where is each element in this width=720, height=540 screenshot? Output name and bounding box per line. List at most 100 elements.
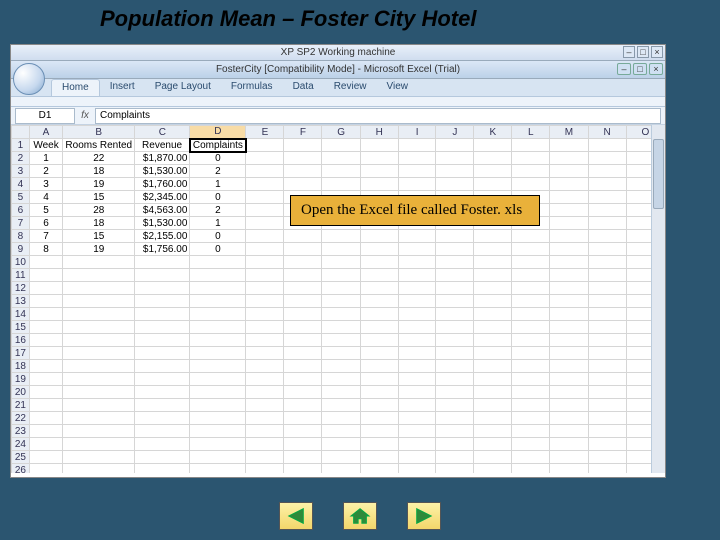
cell[interactable] <box>246 204 284 217</box>
cell[interactable] <box>398 243 436 256</box>
cell[interactable] <box>550 373 588 386</box>
cell[interactable] <box>246 165 284 178</box>
cell[interactable] <box>246 321 284 334</box>
row-header[interactable]: 11 <box>12 269 30 282</box>
cell[interactable] <box>550 191 588 204</box>
col-header-B[interactable]: B <box>63 126 135 139</box>
cell[interactable] <box>63 282 135 295</box>
cell[interactable] <box>246 269 284 282</box>
cell[interactable] <box>550 217 588 230</box>
cell[interactable] <box>360 139 398 152</box>
app-min-icon[interactable]: – <box>617 63 631 75</box>
cell[interactable] <box>190 425 246 438</box>
cell[interactable] <box>474 412 512 425</box>
cell[interactable]: 4 <box>29 191 63 204</box>
nav-home-button[interactable] <box>343 502 377 530</box>
cell[interactable] <box>322 334 360 347</box>
cell[interactable] <box>436 139 474 152</box>
cell[interactable] <box>322 451 360 464</box>
cell[interactable] <box>512 308 550 321</box>
cell[interactable] <box>29 256 63 269</box>
row-header[interactable]: 20 <box>12 386 30 399</box>
row-header[interactable]: 2 <box>12 152 30 165</box>
cell[interactable] <box>474 243 512 256</box>
cell[interactable] <box>284 282 322 295</box>
cell[interactable] <box>588 386 626 399</box>
cell[interactable] <box>190 451 246 464</box>
cell[interactable]: 0 <box>190 230 246 243</box>
cell[interactable] <box>135 451 190 464</box>
cell[interactable] <box>246 399 284 412</box>
cell[interactable] <box>512 464 550 474</box>
col-header-M[interactable]: M <box>550 126 588 139</box>
cell[interactable] <box>588 230 626 243</box>
cell[interactable] <box>588 152 626 165</box>
cell[interactable] <box>550 204 588 217</box>
cell[interactable] <box>550 256 588 269</box>
cell[interactable] <box>246 191 284 204</box>
cell[interactable] <box>398 334 436 347</box>
cell[interactable] <box>29 321 63 334</box>
cell[interactable] <box>512 230 550 243</box>
nav-prev-button[interactable] <box>279 502 313 530</box>
row-header[interactable]: 26 <box>12 464 30 474</box>
cell[interactable] <box>246 347 284 360</box>
cell[interactable]: 0 <box>190 191 246 204</box>
cell[interactable] <box>284 438 322 451</box>
cell[interactable] <box>135 334 190 347</box>
cell[interactable] <box>322 139 360 152</box>
cell[interactable] <box>550 451 588 464</box>
cell[interactable] <box>436 178 474 191</box>
cell[interactable] <box>474 269 512 282</box>
cell[interactable] <box>63 334 135 347</box>
cell[interactable]: 2 <box>29 165 63 178</box>
cell[interactable] <box>436 464 474 474</box>
cell[interactable] <box>246 464 284 474</box>
row-header[interactable]: 3 <box>12 165 30 178</box>
cell[interactable] <box>29 386 63 399</box>
cell[interactable] <box>398 412 436 425</box>
cell[interactable]: 18 <box>63 217 135 230</box>
cell[interactable] <box>436 165 474 178</box>
cell[interactable] <box>284 256 322 269</box>
cell[interactable] <box>398 386 436 399</box>
cell[interactable] <box>29 373 63 386</box>
cell[interactable] <box>135 425 190 438</box>
cell[interactable] <box>512 178 550 191</box>
ribbon-tab-review[interactable]: Review <box>324 79 377 96</box>
select-all-corner[interactable] <box>12 126 30 139</box>
cell[interactable] <box>322 347 360 360</box>
cell[interactable] <box>63 347 135 360</box>
cell[interactable] <box>135 321 190 334</box>
cell[interactable]: 8 <box>29 243 63 256</box>
cell[interactable] <box>550 269 588 282</box>
cell[interactable]: 3 <box>29 178 63 191</box>
cell[interactable] <box>360 178 398 191</box>
row-header[interactable]: 23 <box>12 425 30 438</box>
cell[interactable] <box>398 464 436 474</box>
cell[interactable] <box>284 308 322 321</box>
row-header[interactable]: 17 <box>12 347 30 360</box>
col-header-L[interactable]: L <box>512 126 550 139</box>
cell[interactable] <box>588 438 626 451</box>
cell[interactable] <box>135 399 190 412</box>
cell[interactable]: 18 <box>63 165 135 178</box>
cell[interactable] <box>398 451 436 464</box>
cell[interactable] <box>135 360 190 373</box>
cell[interactable] <box>360 412 398 425</box>
cell[interactable] <box>63 360 135 373</box>
cell[interactable] <box>436 269 474 282</box>
cell[interactable] <box>246 438 284 451</box>
cell[interactable] <box>436 230 474 243</box>
cell[interactable] <box>322 230 360 243</box>
app-close-icon[interactable]: × <box>649 63 663 75</box>
cell[interactable]: 28 <box>63 204 135 217</box>
cell[interactable] <box>588 204 626 217</box>
row-header[interactable]: 15 <box>12 321 30 334</box>
cell[interactable] <box>135 373 190 386</box>
cell[interactable]: 7 <box>29 230 63 243</box>
cell[interactable] <box>284 152 322 165</box>
row-header[interactable]: 4 <box>12 178 30 191</box>
cell[interactable] <box>398 425 436 438</box>
cell[interactable] <box>436 152 474 165</box>
